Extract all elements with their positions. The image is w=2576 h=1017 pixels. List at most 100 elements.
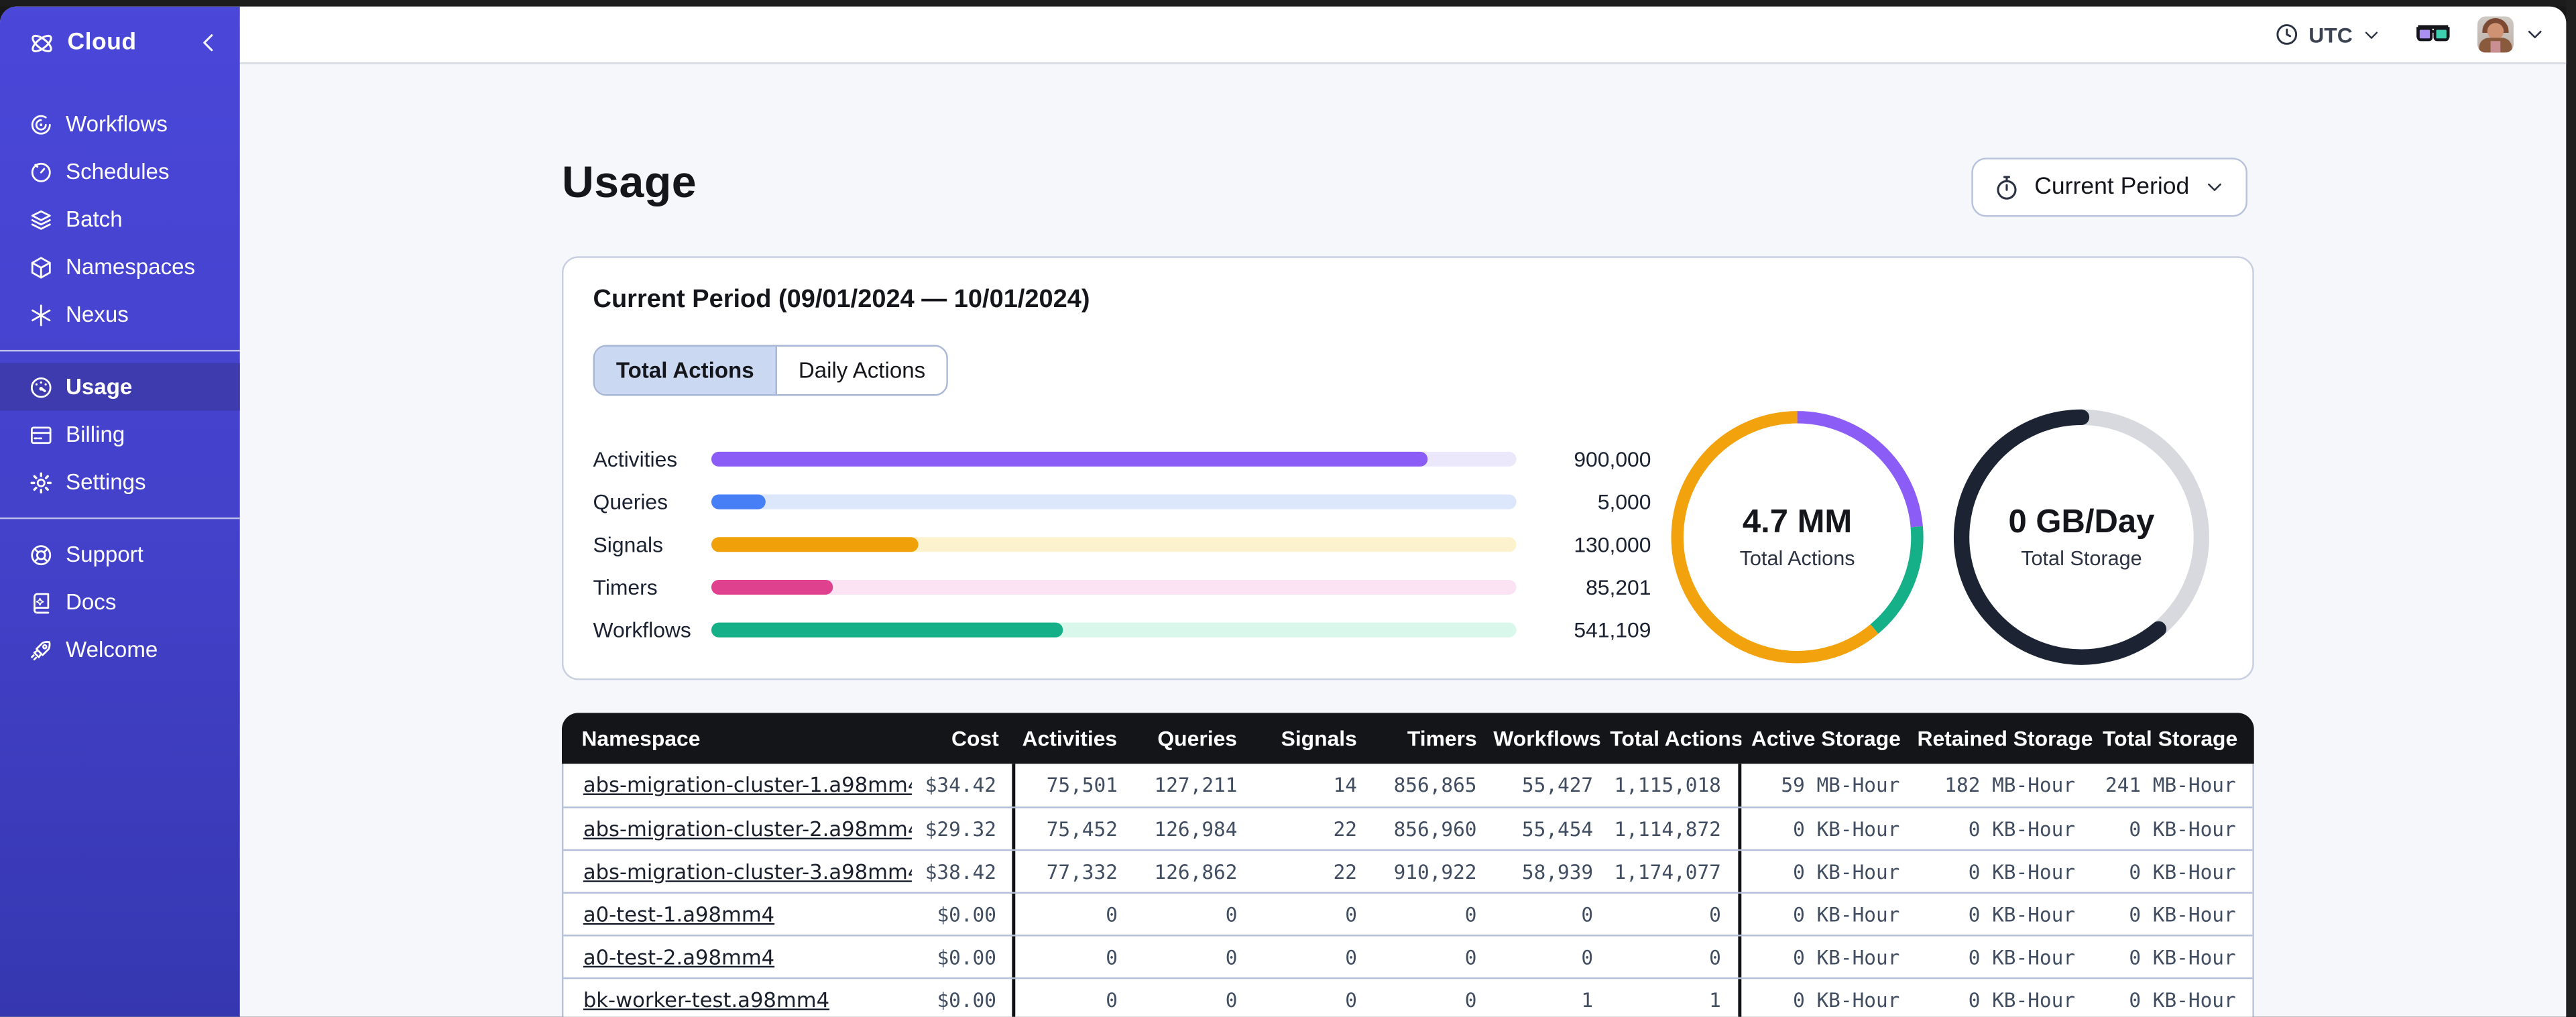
namespace-link[interactable]: a0-test-2.a98mm4 xyxy=(583,944,774,969)
sidebar-item-nexus[interactable]: Nexus xyxy=(0,291,240,339)
namespace-link[interactable]: bk-worker-test.a98mm4 xyxy=(583,986,829,1011)
table-cell: $38.42 xyxy=(911,851,1016,892)
table-cell: 55,427 xyxy=(1521,774,1594,797)
namespace-link[interactable]: abs-migration-cluster-2.a98mm4 xyxy=(583,816,911,841)
page-title: Usage xyxy=(561,158,697,207)
table-cell: 14 xyxy=(1333,774,1357,797)
chevron-down-icon xyxy=(2365,31,2378,38)
table-cell: 75,452 xyxy=(1046,817,1118,841)
table-cell: 0 KB-Hour xyxy=(2129,859,2236,884)
bar-label: Workflows xyxy=(593,617,691,642)
column-header-activities: Activities xyxy=(1022,726,1118,751)
bar-label: Activities xyxy=(593,446,678,471)
table-cell: 1,174,077 xyxy=(1610,851,1741,892)
sidebar-item-settings[interactable]: Settings xyxy=(0,459,240,506)
tab-daily-actions[interactable]: Daily Actions xyxy=(776,347,947,395)
sidebar-logo-label: Cloud xyxy=(67,29,137,56)
table-cell: 0 xyxy=(1464,945,1477,969)
sidebar-item-welcome[interactable]: Welcome xyxy=(0,626,240,674)
table-cell: 0 xyxy=(1225,902,1238,926)
sidebar-item-workflows[interactable]: Workflows xyxy=(0,100,240,147)
table-cell: 0 xyxy=(1610,893,1741,935)
table-cell: 127,211 xyxy=(1154,774,1238,797)
sidebar-logo-row[interactable]: Cloud xyxy=(0,7,240,79)
namespace-link[interactable]: abs-migration-cluster-1.a98mm4 xyxy=(583,772,911,797)
sidebar-item-docs[interactable]: Docs xyxy=(0,578,240,625)
bar-row-timers: Timers 85,201 xyxy=(593,565,1651,608)
table-row: abs-migration-cluster-3.a98mm4 $38.42 77,3… xyxy=(563,849,2253,892)
period-selector-button[interactable]: Current Period xyxy=(1971,158,2247,217)
table-cell: 22 xyxy=(1333,817,1357,841)
column-header-total-storage: Total Storage xyxy=(2103,726,2238,751)
column-header-queries: Queries xyxy=(1157,726,1238,751)
tab-total-actions[interactable]: Total Actions xyxy=(594,347,777,395)
account-menu-chevron-icon[interactable] xyxy=(2524,23,2546,46)
settings-icon xyxy=(28,469,54,495)
sidebar-item-label: Schedules xyxy=(66,159,170,184)
total-storage-donut: 0 GB/Day Total Storage xyxy=(1942,398,2221,677)
timezone-selector[interactable]: UTC xyxy=(2274,21,2382,48)
table-cell: 0 KB-Hour xyxy=(1793,817,1900,841)
schedules-icon xyxy=(28,158,54,184)
bar-label: Signals xyxy=(593,531,664,556)
bar-label: Timers xyxy=(593,574,658,599)
donut-value: 4.7 MM xyxy=(1742,504,1853,541)
table-cell: 22 xyxy=(1333,859,1357,884)
welcome-icon xyxy=(28,636,54,662)
bar-value: 900,000 xyxy=(1574,446,1651,471)
sidebar-item-label: Namespaces xyxy=(66,254,196,280)
table-cell: 126,984 xyxy=(1154,817,1238,841)
bar-fill xyxy=(711,536,919,552)
table-cell: 241 MB-Hour xyxy=(2105,774,2236,797)
table-cell: 0 xyxy=(1106,988,1118,1012)
table-cell: 0 KB-Hour xyxy=(1793,945,1900,969)
bar-fill xyxy=(711,493,766,509)
bar-value: 541,109 xyxy=(1574,617,1651,642)
sidebar-item-billing[interactable]: Billing xyxy=(0,411,240,459)
feedback-glasses-icon[interactable] xyxy=(2415,21,2451,48)
table-cell: 0 xyxy=(1581,902,1594,926)
column-header-retained-storage: Retained Storage xyxy=(1917,726,2093,751)
bar-fill xyxy=(711,451,1428,466)
namespace-link[interactable]: abs-migration-cluster-3.a98mm4 xyxy=(583,858,911,883)
topbar: UTC xyxy=(239,6,2567,64)
sidebar-item-usage[interactable]: Usage xyxy=(0,363,240,411)
table-cell: $34.42 xyxy=(911,764,1016,807)
table-cell: 0 KB-Hour xyxy=(2129,945,2236,969)
namespace-link[interactable]: a0-test-1.a98mm4 xyxy=(583,901,774,926)
user-avatar[interactable] xyxy=(2477,16,2514,53)
table-cell: 126,862 xyxy=(1154,859,1238,884)
sidebar-item-schedules[interactable]: Schedules xyxy=(0,148,240,196)
bar-track xyxy=(711,536,1517,552)
bar-track xyxy=(711,451,1517,466)
bar-row-activities: Activities 900,000 xyxy=(593,437,1651,480)
table-cell: 0 KB-Hour xyxy=(1968,945,2076,969)
sidebar-item-namespaces[interactable]: Namespaces xyxy=(0,243,240,291)
sidebar-item-label: Settings xyxy=(66,469,146,495)
actions-tab-group: Total Actions Daily Actions xyxy=(593,345,949,396)
bar-row-signals: Signals 130,000 xyxy=(593,522,1651,565)
table-cell: 0 KB-Hour xyxy=(1968,859,2076,884)
column-header-total-actions: Total Actions xyxy=(1610,726,1742,751)
namespaces-icon xyxy=(28,254,54,280)
table-cell: 0 KB-Hour xyxy=(1968,988,2076,1012)
bar-row-queries: Queries 5,000 xyxy=(593,479,1651,522)
sidebar-divider xyxy=(0,349,240,352)
sidebar-item-batch[interactable]: Batch xyxy=(0,196,240,243)
table-cell: $29.32 xyxy=(911,808,1016,849)
bar-row-workflows: Workflows 541,109 xyxy=(593,608,1651,651)
app-window: Cloud Workflows Schedules Batch Namespaces N… xyxy=(0,6,2567,1017)
table-row: a0-test-2.a98mm4 $0.00 0 0 0 0 0 0 0 KB-Hour 0 KB… xyxy=(563,935,2253,977)
table-cell: 0 xyxy=(1464,988,1477,1012)
temporal-cloud-logo-icon xyxy=(28,29,56,57)
sidebar-item-support[interactable]: Support xyxy=(0,530,240,578)
sidebar-collapse-icon[interactable] xyxy=(194,28,223,58)
sidebar-item-label: Workflows xyxy=(66,111,168,137)
table-cell: 0 KB-Hour xyxy=(1968,902,2076,926)
donut-sublabel: Total Storage xyxy=(2021,546,2142,571)
column-header-signals: Signals xyxy=(1281,726,1357,751)
screen: Cloud Workflows Schedules Batch Namespaces N… xyxy=(0,0,2576,1017)
table-cell: 77,332 xyxy=(1046,859,1118,884)
table-cell: 0 xyxy=(1581,945,1594,969)
column-header-cost: Cost xyxy=(951,726,999,751)
